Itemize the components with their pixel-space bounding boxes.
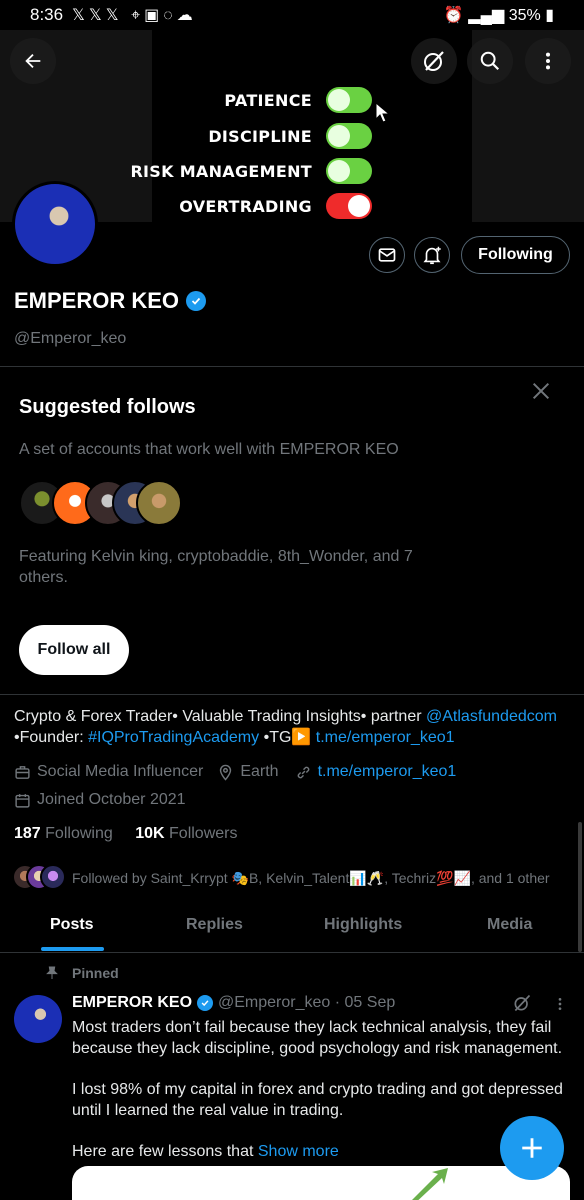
post-author-name[interactable]: EMPEROR KEO (72, 994, 192, 1012)
status-time: 8:36 (30, 5, 64, 24)
post-author-avatar[interactable] (14, 995, 62, 1043)
bio-telegram-link[interactable]: t.me/emperor_keo1 (316, 729, 455, 746)
signal-icon: ▂▄▆ (468, 7, 505, 24)
search-icon (480, 51, 500, 71)
whatsapp-icon: ◌ (163, 7, 177, 24)
x-icon: 𝕏 (105, 7, 123, 24)
following-count-link[interactable]: 187 Following (14, 825, 113, 842)
envelope-icon (378, 248, 396, 262)
close-icon (532, 382, 550, 400)
location-icon: ⌖ (131, 7, 145, 24)
profile-website-link[interactable]: t.me/emperor_keo1 (318, 763, 457, 781)
post-header: EMPEROR KEO @Emperor_keo · 05 Sep (72, 994, 395, 1012)
alarm-icon: ⏰ (443, 7, 464, 24)
back-button[interactable] (10, 38, 56, 84)
arrow-left-icon (25, 53, 41, 69)
toggle-row-overtrading: OVERTRADING (112, 193, 372, 219)
close-suggestions-button[interactable] (530, 378, 552, 409)
toggle-row-discipline: DISCIPLINE (112, 123, 372, 149)
bio-hashtag-link[interactable]: #IQProTradingAcademy (88, 729, 259, 746)
follow-all-button[interactable]: Follow all (19, 625, 129, 675)
status-bar: 8:36 𝕏𝕏𝕏 ⌖▣◌☁ ⏰ ▂▄▆ 35% ▮ (0, 0, 584, 30)
suggested-follows-subtitle: A set of accounts that work well with EM… (19, 441, 399, 458)
risk-management-toggle (326, 158, 372, 184)
profile-joined: Joined October 2021 (37, 791, 186, 808)
followers-count-link[interactable]: 10K Followers (135, 825, 237, 842)
profile-avatar[interactable] (12, 181, 98, 267)
briefcase-icon (15, 765, 30, 779)
more-vertical-icon (545, 52, 551, 70)
compose-post-button[interactable] (500, 1116, 564, 1180)
patience-toggle (326, 87, 372, 113)
verified-badge-icon (186, 291, 207, 311)
profile-location: Earth (240, 763, 279, 780)
calendar-icon (15, 793, 30, 808)
overtrading-toggle (326, 193, 372, 219)
notifications-button[interactable] (414, 237, 450, 273)
x-icon: 𝕏 (88, 7, 106, 24)
tab-replies[interactable]: Replies (186, 916, 243, 934)
toggle-label: PATIENCE (224, 90, 312, 110)
profile-category: Social Media Influencer (37, 763, 204, 780)
toggle-label: RISK MANAGEMENT (130, 161, 312, 181)
profile-joined-row: Joined October 2021 (14, 791, 186, 809)
following-button[interactable]: Following (461, 236, 570, 274)
profile-bio: Crypto & Forex Trader• Valuable Trading … (14, 708, 557, 746)
tab-media[interactable]: Media (487, 916, 532, 934)
grok-icon (424, 51, 444, 71)
tab-posts[interactable]: Posts (50, 916, 94, 934)
suggested-avatar (136, 480, 182, 526)
post-handle-date: @Emperor_keo · 05 Sep (218, 994, 396, 1011)
battery-icon: ▮ (545, 7, 554, 24)
pin-icon (46, 966, 58, 979)
cloud-icon: ☁ (176, 7, 197, 24)
profile-meta-row: Social Media Influencer Earth t.me/emper… (14, 763, 456, 781)
divider (0, 694, 584, 695)
grok-button[interactable] (411, 38, 457, 84)
verified-badge-icon (197, 995, 214, 1011)
profile-handle: @Emperor_keo (14, 330, 127, 347)
gallery-icon: ▣ (144, 7, 164, 24)
profile-name: EMPEROR KEO (14, 288, 180, 313)
location-pin-icon (220, 764, 232, 781)
notification-icons: 𝕏𝕏𝕏 ⌖▣◌☁ (72, 5, 197, 25)
followed-by-text[interactable]: Followed by Saint_Krrypt 🎭B, Kelvin_Tale… (72, 870, 550, 887)
grok-icon[interactable] (512, 993, 532, 1013)
more-options-button[interactable] (525, 38, 571, 84)
bio-mention-link[interactable]: @Atlasfundedcom (426, 708, 557, 725)
suggested-featuring-text: Featuring Kelvin king, cryptobaddie, 8th… (19, 548, 413, 586)
message-button[interactable] (369, 237, 405, 273)
active-tab-indicator (41, 947, 104, 951)
toggle-label: DISCIPLINE (208, 126, 312, 146)
scrollbar[interactable] (578, 822, 582, 952)
post-media-image[interactable] (72, 1166, 570, 1200)
divider (0, 952, 584, 953)
x-icon: 𝕏 (72, 7, 89, 24)
discipline-toggle (326, 123, 372, 149)
profile-stats: 187 Following 10K Followers (14, 825, 237, 843)
toggle-row-patience: PATIENCE (112, 87, 372, 113)
profile-name-row: EMPEROR KEO (14, 288, 207, 314)
divider (0, 366, 584, 367)
link-icon (297, 766, 309, 778)
bell-plus-icon (423, 246, 441, 265)
tab-highlights[interactable]: Highlights (324, 916, 402, 934)
system-icons: ⏰ ▂▄▆ 35% ▮ (444, 5, 554, 25)
post-more-icon[interactable] (552, 995, 568, 1013)
toggle-label: OVERTRADING (179, 196, 312, 216)
battery-text: 35% (508, 7, 541, 24)
plus-icon (522, 1138, 542, 1158)
arrow-up-icon (412, 1168, 448, 1200)
cursor-icon (375, 102, 391, 123)
toggle-row-risk-management: RISK MANAGEMENT (112, 158, 372, 184)
follower-avatar (40, 864, 66, 890)
pinned-label: Pinned (72, 965, 119, 981)
search-button[interactable] (467, 38, 513, 84)
show-more-link[interactable]: Show more (258, 1143, 339, 1160)
suggested-follows-title: Suggested follows (19, 396, 196, 418)
